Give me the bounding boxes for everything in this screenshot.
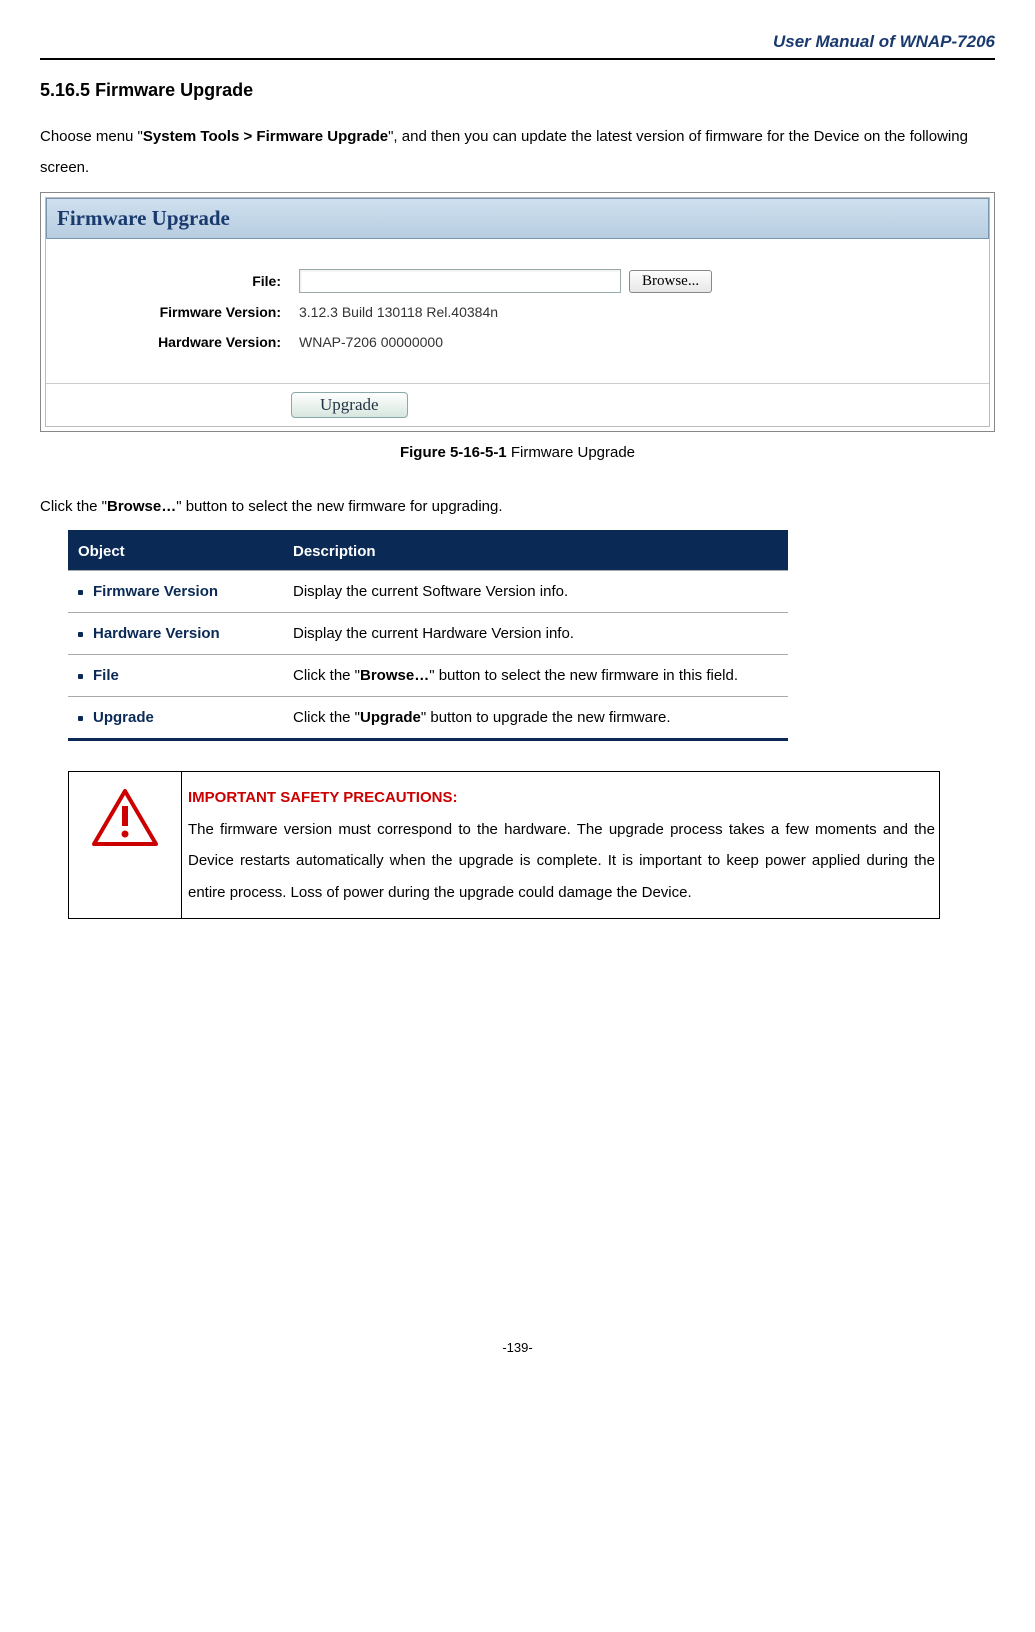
table-row: Hardware Version Display the current Har… <box>68 613 788 655</box>
table-header-description: Description <box>283 532 788 571</box>
page-number: -139- <box>40 1339 995 1357</box>
table-header-object: Object <box>68 532 283 571</box>
description-table: Object Description Firmware Version Disp… <box>68 530 788 741</box>
table-row: File Click the "Browse…" button to selec… <box>68 655 788 697</box>
section-heading: 5.16.5 Firmware Upgrade <box>40 78 995 103</box>
fw-version-label: Firmware Version: <box>56 303 299 323</box>
file-label: File: <box>56 272 299 292</box>
table-row: Firmware Version Display the current Sof… <box>68 571 788 613</box>
hw-version-value: WNAP-7206 00000000 <box>299 333 443 353</box>
hw-version-label: Hardware Version: <box>56 333 299 353</box>
screenshot-title: Firmware Upgrade <box>46 198 989 239</box>
warning-box: IMPORTANT SAFETY PRECAUTIONS: The firmwa… <box>68 771 940 919</box>
warning-body: The firmware version must correspond to … <box>188 821 935 901</box>
doc-title: User Manual of WNAP-7206 <box>773 32 995 51</box>
upgrade-button[interactable]: Upgrade <box>291 392 408 418</box>
warning-title: IMPORTANT SAFETY PRECAUTIONS: <box>188 789 457 806</box>
firmware-screenshot: Firmware Upgrade File: Browse... Firmwar… <box>40 192 995 432</box>
click-instruction: Click the "Browse…" button to select the… <box>40 491 995 523</box>
figure-caption: Figure 5-16-5-1 Firmware Upgrade <box>40 442 995 463</box>
table-row: Upgrade Click the "Upgrade" button to up… <box>68 697 788 740</box>
file-input[interactable] <box>299 269 621 293</box>
intro-paragraph: Choose menu "System Tools > Firmware Upg… <box>40 121 995 184</box>
document-header: User Manual of WNAP-7206 <box>40 30 995 60</box>
browse-button[interactable]: Browse... <box>629 270 712 293</box>
fw-version-value: 3.12.3 Build 130118 Rel.40384n <box>299 303 498 323</box>
warning-icon <box>69 772 182 918</box>
